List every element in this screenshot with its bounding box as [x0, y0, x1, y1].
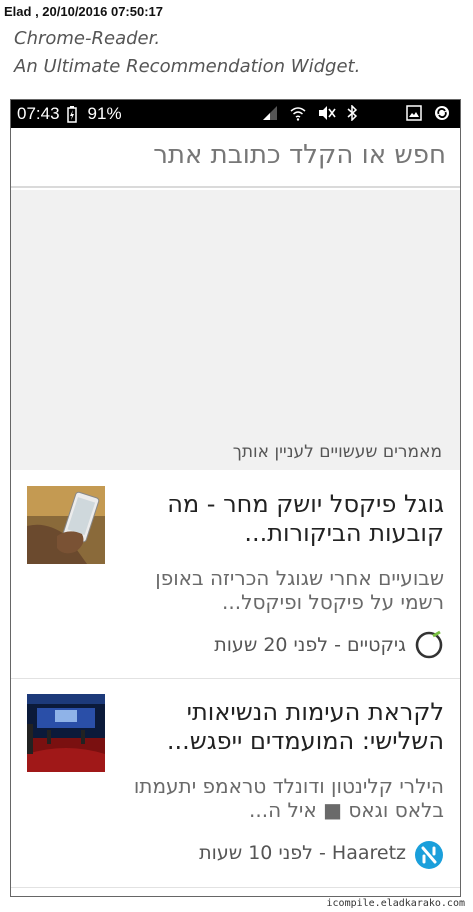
debate-stage-image[interactable]	[27, 694, 105, 772]
watermark: icompile.eladkarako.com	[326, 898, 465, 909]
post-caption-line-2: An Ultimate Recommendation Widget.	[14, 56, 361, 77]
article-card[interactable]: גוגל פיקסל יושק מחר - מה קובעות הביקורות…	[11, 472, 460, 679]
status-time: 07:43	[17, 104, 60, 123]
phone-screenshot: 07:43 91% חפש או הקלד כתובת אתר מאמרים ש…	[10, 99, 461, 897]
signal-icon	[262, 105, 278, 121]
article-card[interactable]: לקראת העימות הנשיאותי השלישי: המועמדים י…	[11, 680, 460, 888]
blog-post-header: Elad , 20/10/2016 07:50:17 Chrome-Reader…	[0, 0, 473, 100]
article-description: הילרי קלינטון ודונלד טראמפ יתעמתו בלאס ו…	[133, 774, 444, 822]
sync-notification-icon	[434, 105, 450, 121]
geektime-logo-icon	[414, 630, 444, 660]
post-meta: Elad , 20/10/2016 07:50:17	[4, 4, 164, 19]
battery-charging-icon	[66, 106, 82, 123]
article-description: שבועיים אחרי שגוגל הכריזה באופן רשמי על …	[155, 566, 444, 614]
recommendations-section-title: מאמרים שעשויים לעניין אותך	[232, 442, 442, 462]
haaretz-logo-icon	[414, 840, 444, 870]
wifi-icon	[290, 105, 306, 121]
hand-holding-phone-image[interactable]	[27, 486, 105, 564]
image-notification-icon	[406, 105, 422, 121]
article-title[interactable]: גוגל פיקסל יושק מחר - מה קובעות הביקורות…	[124, 490, 444, 548]
article-source: Haaretz - לפני 10 שעות	[199, 842, 406, 864]
article-title[interactable]: לקראת העימות הנשיאותי השלישי: המועמדים י…	[124, 698, 444, 756]
bluetooth-icon	[346, 104, 362, 122]
empty-banner-area	[11, 190, 460, 470]
article-source: גיקטיים - לפני 20 שעות	[214, 634, 406, 656]
search-input[interactable]: חפש או הקלד כתובת אתר	[153, 140, 446, 170]
status-bar: 07:43 91%	[11, 100, 460, 128]
post-caption-line-1: Chrome-Reader.	[14, 28, 161, 49]
search-bar[interactable]: חפש או הקלד כתובת אתר	[11, 128, 460, 188]
battery-percent: 91%	[87, 104, 122, 123]
mute-icon	[318, 105, 336, 121]
